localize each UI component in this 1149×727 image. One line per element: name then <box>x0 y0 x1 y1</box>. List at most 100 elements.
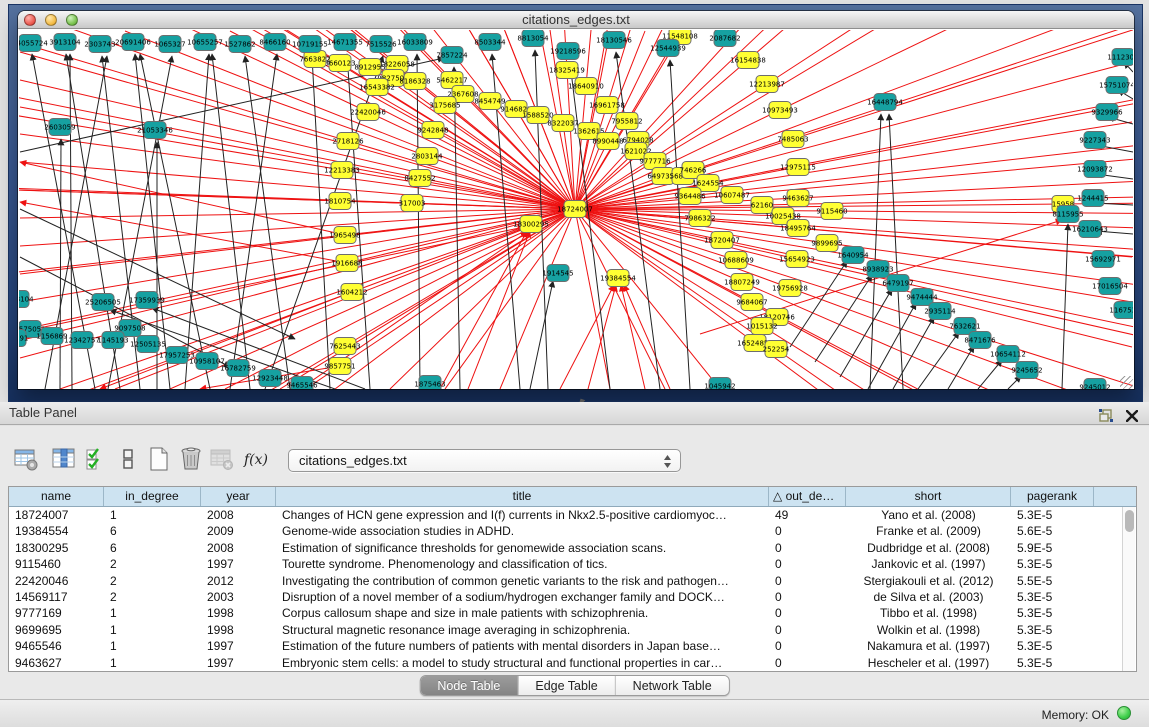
table-row[interactable]: 969969511998Structural magnetic resonanc… <box>9 622 1123 638</box>
cell-in_degree: 2 <box>104 589 201 605</box>
column-header-short[interactable]: short <box>846 487 1011 506</box>
table-row[interactable]: 2242004622012Investigating the contribut… <box>9 573 1123 589</box>
graph-edge <box>870 114 881 389</box>
graph-edge <box>755 343 1133 389</box>
graph-node-label: 62160 <box>751 202 773 210</box>
cell-in_degree: 6 <box>104 540 201 556</box>
cell-year: 1997 <box>201 556 276 572</box>
graph-edge <box>840 289 892 377</box>
network-window-titlebar[interactable]: citations_edges.txt <box>18 11 1134 29</box>
select-columns-icon[interactable] <box>84 446 110 472</box>
delete-column-icon[interactable] <box>178 446 204 472</box>
function-builder-icon[interactable]: f(x) <box>242 446 268 472</box>
graph-node-label: 7986322 <box>684 215 715 223</box>
cell-year: 2008 <box>201 507 276 523</box>
graph-edge <box>417 54 420 389</box>
table-row[interactable]: 946554611997Estimation of the future num… <box>9 638 1123 654</box>
new-table-icon[interactable] <box>146 446 172 472</box>
cell-year: 1997 <box>201 638 276 654</box>
column-header-in_degree[interactable]: in_degree <box>104 487 201 506</box>
graph-node-label: 9465546 <box>286 382 318 390</box>
table-mode-icon[interactable] <box>13 446 39 472</box>
graph-node-label: 1810754 <box>324 198 356 206</box>
graph-node-label: 1965498 <box>329 232 360 240</box>
graph-edge <box>588 285 616 389</box>
graph-node-label: 10607487 <box>714 192 750 200</box>
graph-node-label: 18495764 <box>780 225 816 233</box>
graph-node-label: 1588520 <box>522 112 553 120</box>
cell-out_degree: 0 <box>769 638 846 654</box>
scrollbar-thumb[interactable] <box>1125 510 1134 532</box>
table-row[interactable]: 911546021997Tourette syndrome. Phenomeno… <box>9 556 1123 572</box>
graph-node-label: 12213383 <box>324 167 360 175</box>
network-desktop: citations_edges.txt 86601238912955182260… <box>8 4 1143 402</box>
graph-node-label: 16782759 <box>220 365 256 373</box>
graph-node-label: 1914545 <box>542 270 573 278</box>
tab-node-table[interactable]: Node Table <box>420 676 518 695</box>
cell-short: Franke et al. (2009) <box>846 523 1011 539</box>
graph-node-label: 8990448 <box>592 138 623 146</box>
graph-node-label: 1640954 <box>837 252 869 260</box>
table-body[interactable]: 1872400712008Changes of HCN gene express… <box>9 507 1123 671</box>
close-window-button[interactable] <box>24 14 36 26</box>
cell-in_degree: 1 <box>104 655 201 671</box>
graph-node-label: 17359939 <box>129 297 165 305</box>
cell-out_degree: 49 <box>769 507 846 523</box>
cell-name: 9699695 <box>9 622 104 638</box>
column-header-name[interactable]: name <box>9 487 104 506</box>
graph-node-label: 12923448 <box>252 375 288 383</box>
cell-year: 2003 <box>201 589 276 605</box>
graph-node-label: 18130546 <box>596 37 632 45</box>
cell-in_degree: 1 <box>104 605 201 621</box>
column-header-year[interactable]: year <box>201 487 276 506</box>
table-row[interactable]: 1830029562008Estimation of significance … <box>9 540 1123 556</box>
delete-table-icon[interactable] <box>209 446 235 472</box>
cell-title: Embryonic stem cells: a model to study s… <box>276 655 769 671</box>
cell-pagerank: 5.5E-5 <box>1011 573 1094 589</box>
cell-short: Jankovic et al. (1997) <box>846 556 1011 572</box>
tab-edge-table[interactable]: Edge Table <box>518 676 615 695</box>
tab-network-table[interactable]: Network Table <box>616 676 729 695</box>
graph-node-label: 317003 <box>399 200 426 208</box>
cell-out_degree: 0 <box>769 622 846 638</box>
graph-node-label: 17016504 <box>1092 283 1128 291</box>
cell-out_degree: 0 <box>769 556 846 572</box>
cell-short: Stergiakouli et al. (2012) <box>846 573 1011 589</box>
column-header-title[interactable]: title <box>276 487 769 506</box>
graph-canvas[interactable]: 8660123891295518226058982750881863285462… <box>19 30 1133 389</box>
graph-node-label: 2087682 <box>709 35 740 43</box>
table-selector-dropdown[interactable]: citations_edges.txt <box>288 449 681 472</box>
cell-title: Disruption of a novel member of a sodium… <box>276 589 769 605</box>
minimize-window-button[interactable] <box>45 14 57 26</box>
graph-node-label: 1916688 <box>331 260 362 268</box>
vertical-scrollbar[interactable] <box>1122 507 1135 671</box>
table-row[interactable]: 946362711997Embryonic stem cells: a mode… <box>9 655 1123 671</box>
graph-node-label: 24055724 <box>19 40 48 48</box>
column-header-pagerank[interactable]: pagerank <box>1011 487 1094 506</box>
status-bar: Memory: OK <box>0 699 1149 727</box>
table-selector-value: citations_edges.txt <box>299 453 407 468</box>
graph-node-label: 1875463 <box>414 381 445 389</box>
network-window[interactable]: citations_edges.txt 86601238912955182260… <box>18 11 1134 389</box>
graph-node-label: 7632621 <box>949 323 980 331</box>
zoom-window-button[interactable] <box>66 14 78 26</box>
column-header-out_degree[interactable]: △ out_de… <box>769 487 846 506</box>
show-column-icon[interactable] <box>51 446 77 472</box>
graph-node-label: 12505135 <box>130 341 166 349</box>
cell-out_degree: 0 <box>769 540 846 556</box>
table-header-row: namein_degreeyeartitle△ out_de…shortpage… <box>9 487 1136 507</box>
graph-node-label: 10655257 <box>187 39 223 47</box>
table-row[interactable]: 1456911722003Disruption of a novel membe… <box>9 589 1123 605</box>
graph-edge <box>624 285 670 389</box>
table-row[interactable]: 1872400712008Changes of HCN gene express… <box>9 507 1123 523</box>
graph-edge <box>621 285 645 389</box>
graph-node-label: 12975115 <box>780 164 816 172</box>
cell-pagerank: 5.6E-5 <box>1011 523 1094 539</box>
row-height-icon[interactable] <box>115 446 141 472</box>
window-resize-grip[interactable] <box>1120 376 1133 389</box>
table-row[interactable]: 1938455462009Genome-wide association stu… <box>9 523 1123 539</box>
graph-edge <box>948 346 974 389</box>
graph-node-label: 9242848 <box>417 127 448 135</box>
graph-node-label: 7663822 <box>299 56 330 64</box>
table-row[interactable]: 977716911998Corpus callosum shape and si… <box>9 605 1123 621</box>
